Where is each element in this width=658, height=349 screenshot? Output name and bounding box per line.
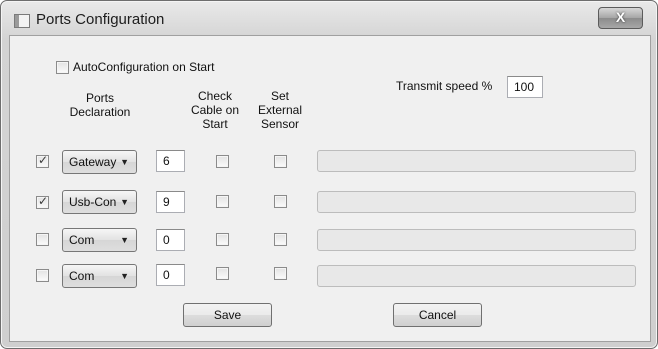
row-2-status-field (317, 191, 636, 213)
row-3-enable-checkbox[interactable] (36, 233, 49, 246)
row-1-external-sensor-checkbox[interactable] (274, 155, 287, 168)
row-4-check-cable-checkbox[interactable] (216, 267, 229, 280)
row-4-number-input[interactable]: 0 (156, 264, 185, 286)
chevron-down-icon: ▼ (120, 157, 129, 167)
cancel-button[interactable]: Cancel (393, 303, 482, 327)
row-1-check-cable-checkbox[interactable] (216, 155, 229, 168)
row-4-port-select[interactable]: Com ▼ (62, 264, 137, 288)
row-4-status-field (317, 265, 636, 287)
row-3-number-input[interactable]: 0 (156, 229, 185, 251)
row-3-port-select[interactable]: Com ▼ (62, 228, 137, 252)
row-2-number-input[interactable]: 9 (156, 191, 185, 213)
ports-configuration-window: Ports Configuration X AutoConfiguration … (0, 0, 658, 349)
row-4-external-sensor-checkbox[interactable] (274, 267, 287, 280)
row-3-port-value: Com (69, 233, 95, 247)
row-1-enable-checkbox[interactable] (36, 153, 49, 168)
close-button[interactable]: X (598, 7, 643, 29)
chevron-down-icon: ▼ (120, 197, 129, 207)
row-1-port-value: Gateway (69, 155, 117, 169)
row-3-check-cable-checkbox[interactable] (216, 233, 229, 246)
row-2-external-sensor-checkbox[interactable] (274, 195, 287, 208)
title-bar[interactable]: Ports Configuration X (1, 1, 657, 35)
ports-declaration-header: Ports Declaration (69, 91, 131, 119)
autoconfig-label: AutoConfiguration on Start (73, 60, 215, 74)
autoconfig-checkbox[interactable] (56, 61, 69, 74)
row-2-enable-checkbox[interactable] (36, 194, 49, 209)
check-cable-header: Check Cable on Start (190, 89, 240, 131)
row-2-port-value: Usb-Con (69, 195, 117, 209)
row-4-port-value: Com (69, 269, 95, 283)
row-1-port-select[interactable]: Gateway ▼ (62, 150, 137, 174)
row-4-enable-checkbox[interactable] (36, 269, 49, 282)
chevron-down-icon: ▼ (120, 235, 129, 245)
transmit-speed-label: Transmit speed % (396, 79, 493, 93)
set-external-sensor-header: Set External Sensor (257, 89, 303, 131)
save-button[interactable]: Save (183, 303, 272, 327)
row-3-status-field (317, 229, 636, 251)
row-3-external-sensor-checkbox[interactable] (274, 233, 287, 246)
dialog-client-area: AutoConfiguration on Start Ports Declara… (9, 35, 651, 342)
row-2-port-select[interactable]: Usb-Con ▼ (62, 190, 137, 214)
row-2-check-cable-checkbox[interactable] (216, 195, 229, 208)
transmit-speed-input[interactable]: 100 (507, 76, 543, 98)
chevron-down-icon: ▼ (120, 271, 129, 281)
window-title: Ports Configuration (36, 11, 165, 28)
row-1-status-field (317, 150, 636, 172)
row-1-number-input[interactable]: 6 (156, 150, 185, 172)
window-app-icon (14, 14, 30, 28)
